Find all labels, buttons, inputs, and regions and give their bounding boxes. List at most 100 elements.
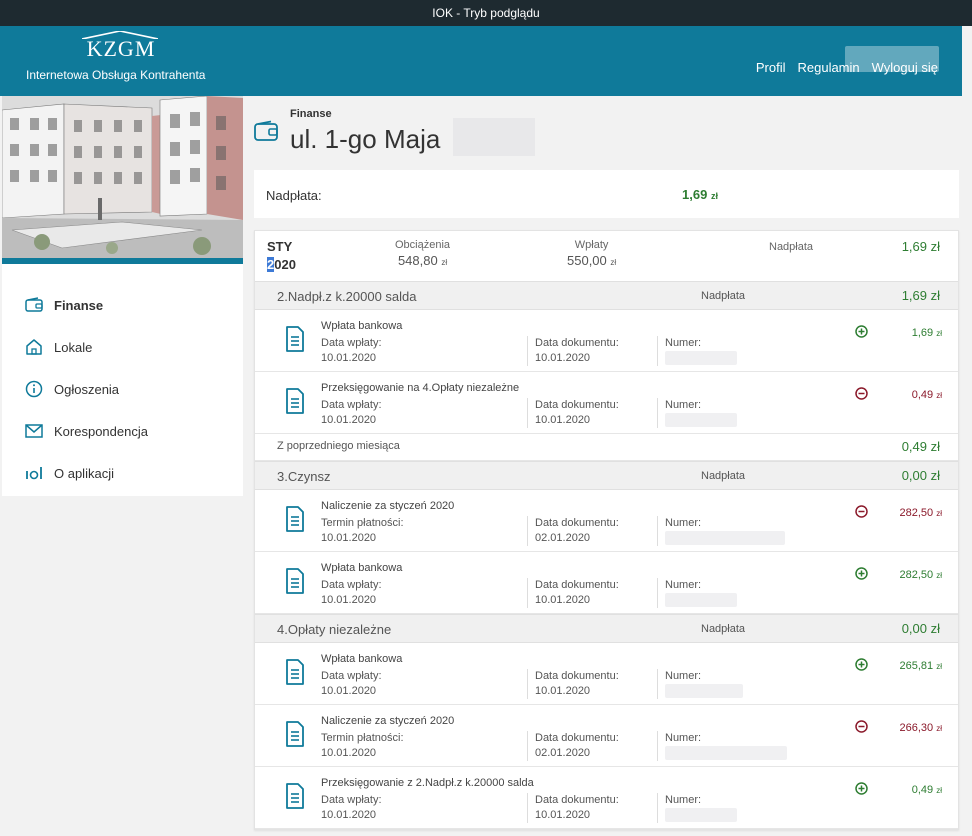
minus-circle-icon [855, 505, 868, 521]
transaction-row[interactable]: Przeksięgowanie z 2.Nadpł.z k.20000 sald… [255, 767, 958, 829]
divider [527, 516, 528, 546]
number-redacted [665, 746, 787, 760]
sidebar-item-finanse[interactable]: Finanse [2, 284, 243, 326]
page-title: ul. 1-go Maja [290, 124, 441, 154]
header-nav: Profil Regulamin Wyloguj się [756, 60, 938, 75]
document-icon [285, 506, 305, 535]
divider [527, 793, 528, 823]
transaction-row[interactable]: Wpłata bankowa Data wpłaty: 10.01.2020 D… [255, 643, 958, 705]
date-value: 10.01.2020 [321, 685, 377, 697]
doc-date-value: 10.01.2020 [535, 685, 591, 697]
info-icon [24, 379, 44, 399]
transaction-row[interactable]: Naliczenie za styczeń 2020 Termin płatno… [255, 705, 958, 767]
sidebar-item-label: Finanse [54, 297, 104, 313]
sidebar-item-korespondencja[interactable]: Korespondencja [2, 410, 243, 452]
group-label: Nadpłata [701, 470, 746, 482]
wallet-icon [254, 120, 278, 145]
doc-date-value: 10.01.2020 [535, 352, 591, 364]
sidebar-item-ogloszenia[interactable]: Ogłoszenia [2, 368, 243, 410]
date-label: Data wpłaty: [321, 399, 382, 411]
transaction-title: Naliczenie za styczeń 2020 [321, 500, 455, 512]
payments-value: 550,00 zł [567, 253, 617, 268]
app-header: KZGM Internetowa Obsługa Kontrahenta Pro… [0, 26, 962, 96]
number-label: Numer: [665, 337, 702, 349]
divider [657, 669, 658, 699]
transaction-amount: 282,50 zł [899, 569, 943, 581]
sidebar-item-label: Ogłoszenia [54, 381, 120, 397]
wallet-icon [24, 295, 44, 315]
number-redacted [665, 531, 785, 545]
divider [657, 516, 658, 546]
doc-date-label: Data dokumentu: [535, 337, 619, 349]
group-name: 3.Czynsz [277, 469, 331, 484]
logo-text: KZGM [86, 36, 156, 61]
plus-circle-icon [855, 782, 868, 798]
month-overpay-value: 1,69 zł [901, 239, 940, 254]
doc-date-value: 10.01.2020 [535, 809, 591, 821]
statement-panel: STY 2020 Obciążenia 548,80 zł Wpłaty 550… [254, 230, 959, 830]
transaction-amount: 282,50 zł [899, 507, 943, 519]
number-label: Numer: [665, 794, 702, 806]
date-label: Termin płatności: [321, 732, 404, 744]
nav-profile-link[interactable]: Profil [756, 60, 786, 75]
address-number-redacted [453, 118, 535, 156]
date-value: 10.01.2020 [321, 594, 377, 606]
transaction-amount: 266,30 zł [899, 722, 943, 734]
transaction-row[interactable]: Naliczenie za styczeń 2020 Termin płatno… [255, 490, 958, 552]
transaction-row[interactable]: Wpłata bankowa Data wpłaty: 10.01.2020 D… [255, 552, 958, 614]
transaction-row[interactable]: Wpłata bankowa Data wpłaty: 10.01.2020 D… [255, 310, 958, 372]
overpayment-value: 1,69 zł [682, 187, 718, 202]
divider [657, 793, 658, 823]
account-group-header[interactable]: 3.Czynsz Nadpłata 0,00 zł [255, 461, 958, 490]
transaction-amount: 1,69 zł [911, 327, 942, 339]
year-rest: 020 [274, 257, 296, 272]
number-label: Numer: [665, 670, 702, 682]
payments-column: Wpłaty 550,00 zł [567, 239, 616, 268]
sidebar-item-lokale[interactable]: Lokale [2, 326, 243, 368]
divider [657, 578, 658, 608]
document-icon [285, 659, 305, 688]
overpayment-summary: Nadpłata: 1,69 zł [254, 170, 959, 218]
sidebar-item-label: Lokale [54, 339, 93, 355]
account-group-header[interactable]: 2.Nadpł.z k.20000 salda Nadpłata 1,69 zł [255, 281, 958, 310]
number-redacted [665, 413, 737, 427]
month-summary[interactable]: STY 2020 Obciążenia 548,80 zł Wpłaty 550… [255, 231, 958, 281]
number-label: Numer: [665, 732, 702, 744]
plus-circle-icon [855, 567, 868, 583]
kzgm-logo[interactable]: KZGM [26, 31, 216, 62]
transaction-title: Wpłata bankowa [321, 653, 403, 665]
group-name: 4.Opłaty niezależne [277, 622, 392, 637]
number-label: Numer: [665, 399, 702, 411]
carry-over-row: Z poprzedniego miesiąca 0,49 zł [255, 434, 958, 461]
carry-over-label: Z poprzedniego miesiąca [277, 440, 400, 452]
date-value: 10.01.2020 [321, 414, 377, 426]
divider [527, 336, 528, 366]
nav-logout-link[interactable]: Wyloguj się [872, 60, 938, 75]
account-group-header[interactable]: 4.Opłaty niezależne Nadpłata 0,00 zł [255, 614, 958, 643]
transaction-row[interactable]: Przeksięgowanie na 4.Opłaty niezależne D… [255, 372, 958, 434]
mail-icon [24, 421, 44, 441]
date-label: Data wpłaty: [321, 670, 382, 682]
plus-circle-icon [855, 325, 868, 341]
doc-date-value: 02.01.2020 [535, 532, 591, 544]
logo-area[interactable]: KZGM Internetowa Obsługa Kontrahenta [26, 31, 226, 82]
number-redacted [665, 684, 743, 698]
doc-date-value: 10.01.2020 [535, 414, 591, 426]
doc-date-label: Data dokumentu: [535, 579, 619, 591]
group-label: Nadpłata [701, 290, 746, 302]
charges-label: Obciążenia [395, 239, 451, 251]
group-value: 0,00 zł [901, 621, 940, 636]
about-icon [24, 463, 44, 483]
group-value: 0,00 zł [901, 468, 940, 483]
number-label: Numer: [665, 579, 702, 591]
nav-terms-link[interactable]: Regulamin [797, 60, 859, 75]
doc-date-label: Data dokumentu: [535, 732, 619, 744]
sidebar-item-o-aplikacji[interactable]: O aplikacji [2, 452, 243, 494]
document-icon [285, 326, 305, 355]
breadcrumb[interactable]: Finanse [290, 108, 332, 120]
date-value: 10.01.2020 [321, 352, 377, 364]
doc-date-label: Data dokumentu: [535, 517, 619, 529]
payments-label: Wpłaty [574, 239, 609, 251]
plus-circle-icon [855, 658, 868, 674]
sidebar-menu: Finanse Lokale Ogłoszenia Korespondencja… [2, 264, 243, 494]
